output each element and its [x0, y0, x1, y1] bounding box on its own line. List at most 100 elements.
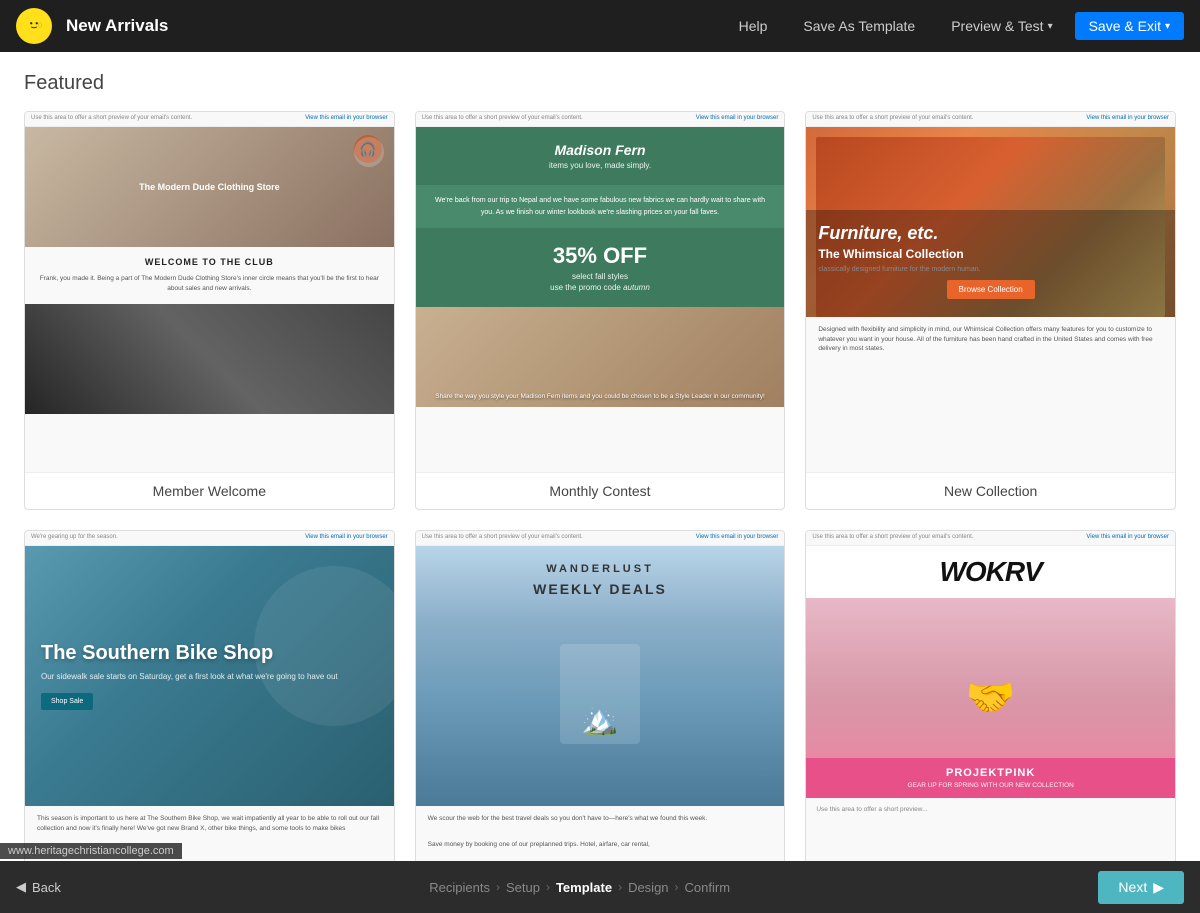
template-card-southern-bike[interactable]: We're gearing up for the season. View th… — [24, 530, 395, 861]
status-url: www.heritagechristiancollege.com — [0, 843, 182, 859]
card1-hero-image: The Modern Dude Clothing Store 🎧 — [25, 127, 394, 247]
welcome-heading: WELCOME TO THE CLUB — [35, 257, 384, 269]
next-button[interactable]: Next ▶ — [1098, 871, 1184, 904]
preview-bar-4: We're gearing up for the season. View th… — [25, 531, 394, 546]
preview-bar: Use this area to offer a short preview o… — [25, 112, 394, 127]
card6-pink-title: PROJEKTPINK — [814, 766, 1167, 780]
back-button[interactable]: ◀ Back — [16, 879, 61, 895]
next-arrow-icon: ▶ — [1153, 879, 1164, 896]
template-card-monthly-contest[interactable]: Use this area to offer a short preview o… — [415, 111, 786, 510]
preview-bar-6: Use this area to offer a short preview o… — [806, 531, 1175, 546]
step-recipients[interactable]: Recipients — [429, 880, 490, 895]
template-label-new-collection: New Collection — [806, 472, 1175, 509]
next-label: Next — [1118, 879, 1147, 895]
back-arrow-icon: ◀ — [16, 879, 26, 895]
card5-brand: WANDERLUST — [546, 562, 654, 576]
card3-overlay: Furniture, etc. The Whimsical Collection… — [806, 210, 1175, 317]
template-preview-monthly-contest: Use this area to offer a short preview o… — [416, 112, 785, 472]
step-template[interactable]: Template — [556, 880, 612, 895]
save-as-template-button[interactable]: Save As Template — [789, 12, 929, 40]
card6-pink-bar: PROJEKTPINK GEAR UP FOR SPRING WITH OUR … — [806, 758, 1175, 798]
template-card-projektpink[interactable]: Use this area to offer a short preview o… — [805, 530, 1176, 861]
card2-off-details: select fall stylesuse the promo code aut… — [426, 272, 775, 293]
bottom-navigation: www.heritagechristiancollege.com ◀ Back … — [0, 861, 1200, 913]
card6-body: Use this area to offer a short preview..… — [806, 798, 1175, 822]
preview-bar-2: Use this area to offer a short preview o… — [416, 112, 785, 127]
step-arrow-4: › — [675, 880, 679, 894]
template-preview-southern-bike: We're gearing up for the season. View th… — [25, 531, 394, 861]
step-design[interactable]: Design — [628, 880, 668, 895]
card2-offer: 35% OFF select fall stylesuse the promo … — [416, 228, 785, 307]
template-card-wanderlust[interactable]: Use this area to offer a short preview o… — [415, 530, 786, 861]
card2-bottom-image: Share the way you style your Madison Fer… — [416, 307, 785, 407]
browse-collection-button[interactable]: Browse Collection — [947, 280, 1035, 299]
template-label-member-welcome: Member Welcome — [25, 472, 394, 509]
step-setup[interactable]: Setup — [506, 880, 540, 895]
template-card-new-collection[interactable]: Use this area to offer a short preview o… — [805, 111, 1176, 510]
help-button[interactable]: Help — [725, 12, 782, 40]
preview-test-button[interactable]: Preview & Test ▾ — [937, 12, 1066, 40]
card5-weekly: WEEKLY DEALS — [533, 580, 667, 598]
step-setup-label: Setup — [506, 880, 540, 895]
card3-desc: classically designed furniture for the m… — [818, 265, 1163, 274]
card6-pink-sub: GEAR UP FOR SPRING WITH OUR NEW COLLECTI… — [814, 782, 1167, 790]
view-in-browser-link-2[interactable]: View this email in your browser — [696, 115, 779, 123]
chevron-down-icon: ▾ — [1165, 21, 1170, 32]
step-confirm-label: Confirm — [685, 880, 731, 895]
view-in-browser-link-5[interactable]: View this email in your browser — [696, 534, 779, 542]
preview-bar-3: Use this area to offer a short preview o… — [806, 112, 1175, 127]
template-card-member-welcome[interactable]: Use this area to offer a short preview o… — [24, 111, 395, 510]
templates-grid: Use this area to offer a short preview o… — [24, 111, 1176, 861]
view-in-browser-link-4[interactable]: View this email in your browser — [305, 534, 388, 542]
card3-title: Furniture, etc. — [818, 222, 1163, 245]
view-in-browser-link[interactable]: View this email in your browser — [305, 115, 388, 123]
card3-hero: Furniture, etc. The Whimsical Collection… — [806, 127, 1175, 317]
template-label-monthly-contest: Monthly Contest — [416, 472, 785, 509]
card2-brand: Madison Fern — [426, 141, 775, 159]
template-preview-member-welcome: Use this area to offer a short preview o… — [25, 112, 394, 472]
chevron-down-icon: ▾ — [1048, 21, 1053, 32]
step-arrow-1: › — [496, 880, 500, 894]
template-preview-new-collection: Use this area to offer a short preview o… — [806, 112, 1175, 472]
card1-bottom-image — [25, 304, 394, 414]
card6-logo: WOKRV — [816, 554, 1165, 590]
view-in-browser-link-6[interactable]: View this email in your browser — [1086, 534, 1169, 542]
back-label: Back — [32, 880, 61, 895]
store-name: The Modern Dude Clothing Store — [139, 181, 280, 194]
card2-caption: Share the way you style your Madison Fer… — [435, 393, 765, 401]
campaign-title: New Arrivals — [66, 16, 725, 36]
step-arrow-2: › — [546, 880, 550, 894]
card5-hero: WANDERLUST WEEKLY DEALS 🏔️ — [416, 546, 785, 806]
mailchimp-logo — [16, 8, 52, 44]
card2-header: Madison Fern items you love, made simply… — [416, 127, 785, 186]
step-indicators: Recipients › Setup › Template › Design ›… — [61, 880, 1099, 895]
card3-subtitle: The Whimsical Collection — [818, 247, 1163, 263]
step-confirm[interactable]: Confirm — [685, 880, 731, 895]
save-exit-button[interactable]: Save & Exit ▾ — [1075, 12, 1184, 40]
template-preview-projektpink: Use this area to offer a short preview o… — [806, 531, 1175, 861]
section-title: Featured — [24, 72, 1176, 95]
card2-tagline: items you love, made simply. — [426, 161, 775, 171]
card6-hero: 🤝 PROJEKTPINK GEAR UP FOR SPRING WITH OU… — [806, 598, 1175, 798]
preview-bar-5: Use this area to offer a short preview o… — [416, 531, 785, 546]
card2-percent: 35% OFF — [426, 242, 775, 271]
nav-actions: Help Save As Template Preview & Test ▾ S… — [725, 12, 1184, 40]
main-content: Featured Use this area to offer a short … — [0, 52, 1200, 861]
view-in-browser-link-3[interactable]: View this email in your browser — [1086, 115, 1169, 123]
welcome-body: Frank, you made it. Being a part of The … — [35, 274, 384, 294]
template-preview-wanderlust: Use this area to offer a short preview o… — [416, 531, 785, 861]
shop-sale-badge: Shop Sale — [41, 693, 93, 710]
card4-hero: The Southern Bike Shop Our sidewalk sale… — [25, 546, 394, 806]
step-design-label: Design — [628, 880, 668, 895]
top-navigation: New Arrivals Help Save As Template Previ… — [0, 0, 1200, 52]
step-arrow-3: › — [618, 880, 622, 894]
card1-text-area: WELCOME TO THE CLUB Frank, you made it. … — [25, 247, 394, 304]
card5-sub: Save money by booking one of our preplan… — [416, 832, 785, 858]
card3-body: Designed with flexibility and simplicity… — [806, 317, 1175, 362]
card4-body: This season is important to us here at T… — [25, 806, 394, 842]
card5-body: We scour the web for the best travel dea… — [416, 806, 785, 832]
step-template-label: Template — [556, 880, 612, 895]
card6-header: WOKRV — [806, 546, 1175, 598]
step-recipients-label: Recipients — [429, 880, 490, 895]
card2-body: We're back from our trip to Nepal and we… — [416, 185, 785, 227]
